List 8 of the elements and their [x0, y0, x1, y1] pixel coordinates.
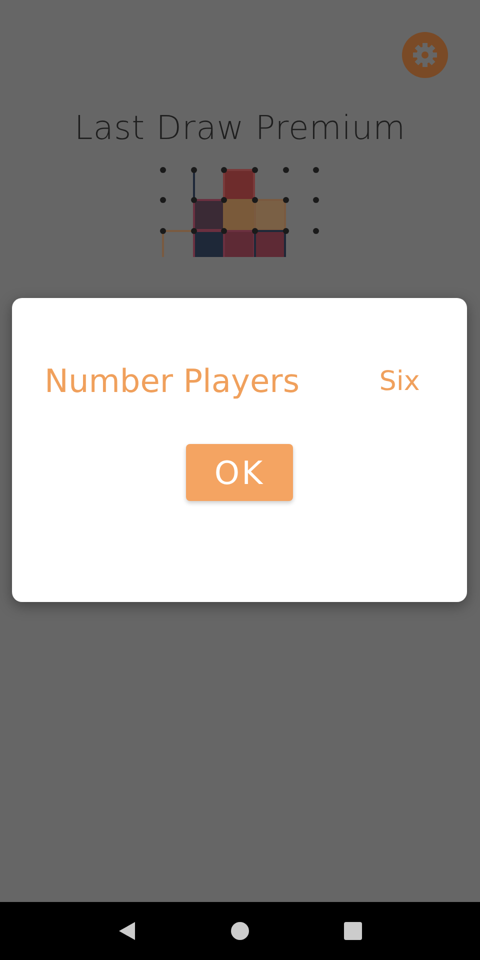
settings-icon: [412, 42, 438, 68]
field-label: Number Players: [44, 361, 300, 402]
back-icon[interactable]: [118, 921, 136, 941]
field-value[interactable]: Six: [332, 366, 467, 396]
recents-icon[interactable]: [344, 922, 362, 940]
ok-button[interactable]: OK: [186, 444, 293, 501]
home-icon[interactable]: [230, 922, 249, 940]
app-title: Last Draw Premium: [74, 108, 406, 147]
